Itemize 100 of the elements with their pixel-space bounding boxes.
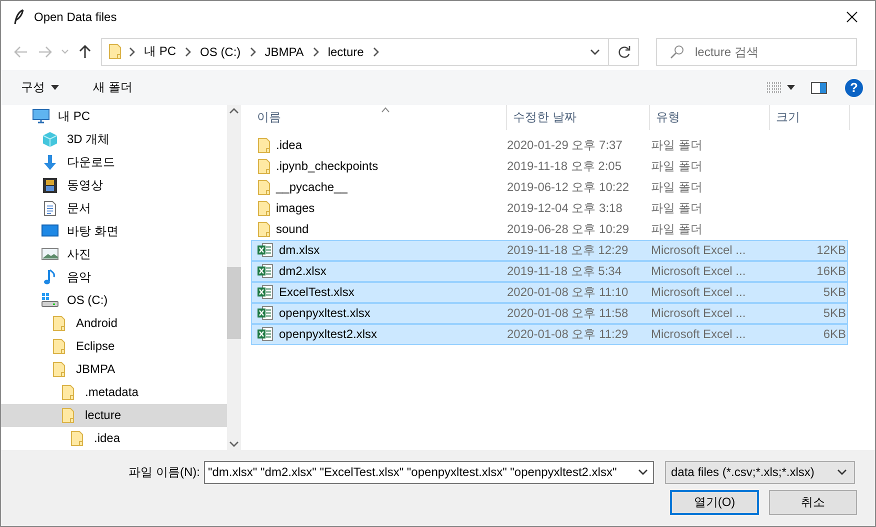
open-button[interactable]: 열기(O): [670, 490, 759, 515]
file-row[interactable]: ExcelTest.xlsx 2020-01-08 오후 11:10 Microsoft Excel ... 5KB: [251, 282, 848, 303]
folder-icon: [257, 220, 271, 238]
tree-item[interactable]: 3D 개체: [1, 128, 227, 151]
file-row[interactable]: sound 2019-06-28 오후 10:29 파일 폴더: [251, 218, 848, 240]
search-icon: [670, 44, 684, 59]
tree-label: 사진: [67, 246, 91, 263]
file-type: 파일 폴더: [650, 220, 704, 238]
file-row[interactable]: .idea 2020-01-29 오후 7:37 파일 폴더: [251, 134, 848, 156]
spreadsheet-icon: [257, 242, 274, 258]
file-size: 5KB: [822, 306, 847, 320]
search-field[interactable]: lecture 검색: [656, 38, 857, 66]
tree-label: 음악: [67, 268, 91, 286]
file-name: __pycache__: [276, 180, 348, 194]
breadcrumb[interactable]: 내 PC: [142, 43, 178, 60]
tree-label: JBMPA: [76, 362, 116, 376]
date-modified: 2019-12-04 오후 3:18: [506, 200, 624, 217]
folder-icon: [61, 384, 75, 401]
file-name: dm.xlsx: [279, 243, 320, 258]
tree-label: .metadata: [85, 385, 138, 400]
file-row[interactable]: __pycache__ 2019-06-12 오후 10:22 파일 폴더: [251, 176, 848, 198]
file-row[interactable]: dm.xlsx 2019-11-18 오후 12:29 Microsoft Excel ... 12KB: [251, 240, 848, 261]
tree-item[interactable]: 다운로드: [1, 150, 227, 174]
file-type: 파일 폴더: [650, 178, 704, 196]
folder-icon: [61, 406, 75, 424]
tree-label: Android: [76, 316, 118, 330]
tree-item[interactable]: JBMPA: [1, 358, 227, 381]
file-row[interactable]: images 2019-12-04 오후 3:18 파일 폴더: [251, 198, 848, 219]
folder-icon: [52, 360, 66, 378]
address-bar[interactable]: 내 PC OS (C:) JBMPA lecture: [101, 38, 639, 66]
folder-icon: [257, 178, 271, 196]
file-type: 파일 폴더: [650, 158, 704, 175]
column-header[interactable]: 이름: [251, 104, 507, 130]
file-name-combo-box[interactable]: "dm.xlsx" "dm2.xlsx" "ExcelTest.xlsx" "openpyxltest.xlsx" "openpyxltest2.xlsx": [204, 460, 654, 484]
column-header[interactable]: 수정한 날짜: [507, 104, 650, 130]
scrollbar[interactable]: [227, 104, 241, 450]
tree-label: 문서: [67, 200, 91, 217]
file-type: Microsoft Excel ...: [650, 327, 747, 342]
date-modified: 2019-06-28 오후 10:29: [506, 220, 630, 238]
new-folder-button[interactable]: 새 폴더: [85, 75, 140, 100]
tree-item[interactable]: 바탕 화면: [1, 220, 227, 243]
column-header[interactable]: 크기: [770, 104, 850, 130]
desktop-icon: [41, 224, 59, 238]
spreadsheet-icon: [257, 305, 274, 322]
file-size: 12KB: [816, 243, 847, 258]
tree-item[interactable]: .idea: [1, 426, 227, 450]
spreadsheet-icon: [257, 263, 274, 280]
up-arrow-icon: [79, 44, 91, 59]
organize-button[interactable]: 구성: [13, 75, 67, 100]
file-size: 16KB: [816, 264, 847, 278]
tree-label: lecture: [85, 408, 122, 422]
monitor-icon: [32, 108, 50, 124]
tree-item[interactable]: 사진: [1, 242, 227, 266]
tree-item[interactable]: Eclipse: [1, 334, 227, 358]
tree-label: 동영상: [67, 176, 103, 194]
file-name: ExcelTest.xlsx: [279, 285, 354, 300]
file-type: 파일 폴더: [650, 136, 704, 154]
file-type-dropdown[interactable]: data files (*.csv;*.xls;*.xlsx): [665, 460, 855, 484]
breadcrumb[interactable]: JBMPA: [262, 44, 306, 59]
tree-item[interactable]: 내 PC: [1, 104, 227, 128]
tree-item[interactable]: 동영상: [1, 174, 227, 197]
tree-item[interactable]: 문서: [1, 196, 227, 220]
folder-icon: [257, 136, 271, 154]
tree-item[interactable]: OS (C:): [1, 288, 227, 312]
tree-item[interactable]: .metadata: [1, 380, 227, 404]
tree-item[interactable]: 음악: [1, 266, 227, 289]
breadcrumb[interactable]: lecture: [326, 44, 366, 59]
file-type: Microsoft Excel ...: [650, 285, 747, 300]
file-row[interactable]: openpyxltest2.xlsx 2020-01-08 오후 11:29 Microsoft Excel ... 6KB: [251, 324, 848, 345]
help-button[interactable]: ?: [845, 78, 863, 97]
close-icon: [846, 11, 858, 23]
down-arrow-icon: [42, 154, 58, 171]
tree-label: 3D 개체: [67, 130, 110, 148]
file-size: 6KB: [822, 327, 847, 342]
file-row[interactable]: dm2.xlsx 2019-11-18 오후 5:34 Microsoft Excel ... 16KB: [251, 260, 848, 282]
preview-pane-icon: [811, 82, 827, 94]
folder-icon: [52, 314, 66, 332]
file-row[interactable]: openpyxltest.xlsx 2020-01-08 오후 11:58 Microsoft Excel ... 5KB: [251, 302, 848, 324]
cancel-button[interactable]: 취소: [769, 490, 857, 515]
file-name: .ipynb_checkpoints: [276, 159, 378, 174]
date-modified: 2020-01-08 오후 11:29: [506, 326, 630, 343]
folder-icon: [257, 200, 271, 217]
file-size: 5KB: [822, 285, 847, 300]
file-row[interactable]: .ipynb_checkpoints 2019-11-18 오후 2:05 파일 폴더: [251, 156, 848, 177]
file-type: Microsoft Excel ...: [650, 264, 747, 278]
breadcrumb[interactable]: OS (C:): [198, 44, 243, 59]
music-note-icon: [43, 268, 57, 286]
document-icon: [43, 200, 57, 217]
tree-item[interactable]: lecture: [1, 404, 227, 427]
file-name: images: [276, 201, 315, 216]
window-title: Open Data files: [34, 10, 118, 24]
tree-item[interactable]: Android: [1, 312, 227, 335]
film-icon: [42, 176, 58, 194]
folder-icon: [257, 158, 271, 175]
date-modified: 2019-11-18 오후 5:34: [506, 262, 623, 280]
date-modified: 2019-11-18 오후 2:05: [506, 158, 623, 175]
file-type: Microsoft Excel ...: [650, 306, 747, 320]
scrollbar-thumb[interactable]: [227, 266, 241, 339]
column-header[interactable]: 유형: [650, 104, 770, 130]
date-modified: 2020-01-08 오후 11:10: [506, 284, 630, 301]
